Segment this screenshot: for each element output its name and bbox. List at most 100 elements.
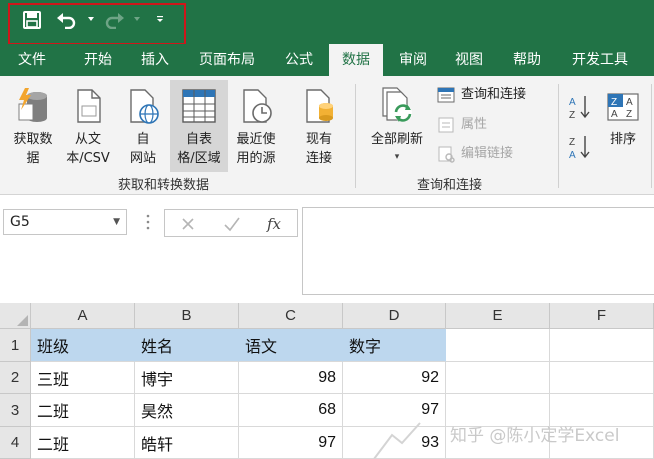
from-text-csv-label: 从文 本/CSV (66, 132, 110, 166)
enter-check-icon[interactable] (221, 213, 243, 235)
cell-a4[interactable]: 二班 (31, 427, 135, 459)
cell-c3[interactable]: 68 (239, 394, 343, 427)
worksheet-grid: A B C D E F 1 班级 姓名 语文 数字 2 三班 博宇 98 92 … (0, 303, 654, 459)
existing-connections-button[interactable]: 现有 连接 (292, 80, 346, 172)
sort-dialog-icon: Z A A Z (607, 93, 639, 121)
cell-a3[interactable]: 二班 (31, 394, 135, 427)
svg-text:A: A (611, 109, 618, 120)
group-label-queries-connections: 查询和连接 (417, 178, 483, 193)
svg-text:A: A (569, 97, 576, 108)
tab-data[interactable]: 数据 (329, 44, 383, 76)
recent-sources-label: 最近使 用的源 (236, 132, 276, 166)
redo-icon[interactable] (103, 9, 125, 31)
sort-button[interactable]: Z A A Z 排序 (600, 80, 646, 172)
column-header-a[interactable]: A (31, 303, 135, 329)
properties-button[interactable]: 属性 (437, 114, 537, 136)
refresh-all-button[interactable]: 全部刷新 ▾ (364, 80, 430, 172)
svg-text:Z: Z (569, 110, 575, 121)
recent-clock-icon (243, 89, 272, 123)
cell-c4[interactable]: 97 (239, 427, 343, 459)
tab-review[interactable]: 审阅 (387, 44, 439, 76)
ribbon-data: 获取数 据 从文 本/CSV 自 网站 自表 格/区域 最近使 用的源 现有 连… (0, 76, 654, 195)
cell-b4[interactable]: 皓轩 (135, 427, 239, 459)
from-table-range-label: 自表 格/区域 (177, 132, 221, 166)
properties-icon (438, 117, 454, 133)
group-separator (651, 84, 652, 188)
tab-view[interactable]: 视图 (443, 44, 495, 76)
column-header-e[interactable]: E (446, 303, 550, 329)
redo-dropdown-icon[interactable] (132, 14, 142, 24)
from-web-label: 自 网站 (129, 132, 156, 166)
tab-file[interactable]: 文件 (6, 44, 58, 76)
refresh-icon (382, 87, 412, 122)
cell-f1[interactable] (550, 329, 654, 362)
from-table-range-button[interactable]: 自表 格/区域 (170, 80, 228, 172)
tab-help[interactable]: 帮助 (500, 44, 554, 76)
row-header-3[interactable]: 3 (0, 394, 31, 427)
sort-descending-icon[interactable]: Z A (567, 132, 593, 162)
get-data-icon (18, 88, 47, 122)
existing-connections-icon (306, 89, 333, 123)
customize-qat-icon[interactable] (155, 14, 165, 24)
undo-icon[interactable] (56, 9, 78, 31)
web-globe-icon (130, 89, 159, 124)
save-icon[interactable] (21, 9, 43, 31)
formula-bar: G5 ▼ fx (0, 195, 654, 295)
tab-insert[interactable]: 插入 (129, 44, 181, 76)
edit-links-icon (438, 146, 455, 163)
select-all-triangle-icon (17, 315, 28, 326)
group-label-get-transform: 获取和转换数据 (118, 178, 210, 193)
text-file-icon (77, 89, 101, 123)
cell-d1[interactable]: 数字 (343, 329, 446, 362)
edit-links-button[interactable]: 编辑链接 (437, 143, 547, 165)
tab-home[interactable]: 开始 (72, 44, 124, 76)
name-box-value: G5 (10, 214, 30, 230)
table-icon (182, 89, 216, 123)
from-web-button[interactable]: 自 网站 (118, 80, 168, 172)
tab-developer[interactable]: 开发工具 (560, 44, 640, 76)
cell-c1[interactable]: 语文 (239, 329, 343, 362)
cell-b3[interactable]: 昊然 (135, 394, 239, 427)
formula-bar-grip-icon[interactable] (146, 213, 150, 231)
undo-dropdown-icon[interactable] (86, 14, 96, 24)
refresh-all-label: 全部刷新 (370, 132, 423, 147)
select-all-corner[interactable] (0, 303, 31, 329)
svg-text:A: A (626, 97, 633, 108)
cell-b2[interactable]: 博宇 (135, 362, 239, 394)
cell-a2[interactable]: 三班 (31, 362, 135, 394)
formula-input[interactable] (302, 207, 654, 295)
recent-sources-button[interactable]: 最近使 用的源 (229, 80, 283, 172)
name-box-dropdown-icon[interactable]: ▼ (113, 210, 120, 234)
queries-connections-icon (437, 87, 455, 103)
queries-and-connections-button[interactable]: 查询和连接 (437, 84, 557, 106)
row-header-4[interactable]: 4 (0, 427, 31, 459)
row-header-1[interactable]: 1 (0, 329, 31, 362)
tab-page-layout[interactable]: 页面布局 (190, 44, 264, 76)
cell-d2[interactable]: 92 (343, 362, 446, 394)
insert-function-icon[interactable]: fx (263, 213, 285, 235)
cell-a1[interactable]: 班级 (31, 329, 135, 362)
tab-formulas[interactable]: 公式 (273, 44, 325, 76)
column-header-d[interactable]: D (343, 303, 446, 329)
cell-b1[interactable]: 姓名 (135, 329, 239, 362)
cell-f2[interactable] (550, 362, 654, 394)
cell-e2[interactable] (446, 362, 550, 394)
group-separator (558, 84, 559, 188)
sort-label: 排序 (609, 132, 636, 147)
sort-ascending-icon[interactable]: A Z (567, 92, 593, 122)
get-data-button[interactable]: 获取数 据 (4, 80, 62, 172)
from-text-csv-button[interactable]: 从文 本/CSV (60, 80, 116, 172)
row-header-2[interactable]: 2 (0, 362, 31, 394)
cancel-icon[interactable] (177, 213, 199, 235)
watermark-text: 知乎 @陈小定学Excel (450, 426, 620, 446)
svg-text:Z: Z (611, 97, 617, 108)
svg-text:Z: Z (569, 137, 575, 148)
column-header-b[interactable]: B (135, 303, 239, 329)
refresh-all-dropdown-icon[interactable]: ▾ (364, 152, 430, 162)
cell-c2[interactable]: 98 (239, 362, 343, 394)
cell-e1[interactable] (446, 329, 550, 362)
column-header-f[interactable]: F (550, 303, 654, 329)
column-header-c[interactable]: C (239, 303, 343, 329)
group-separator (355, 84, 356, 188)
name-box[interactable]: G5 ▼ (3, 209, 127, 235)
